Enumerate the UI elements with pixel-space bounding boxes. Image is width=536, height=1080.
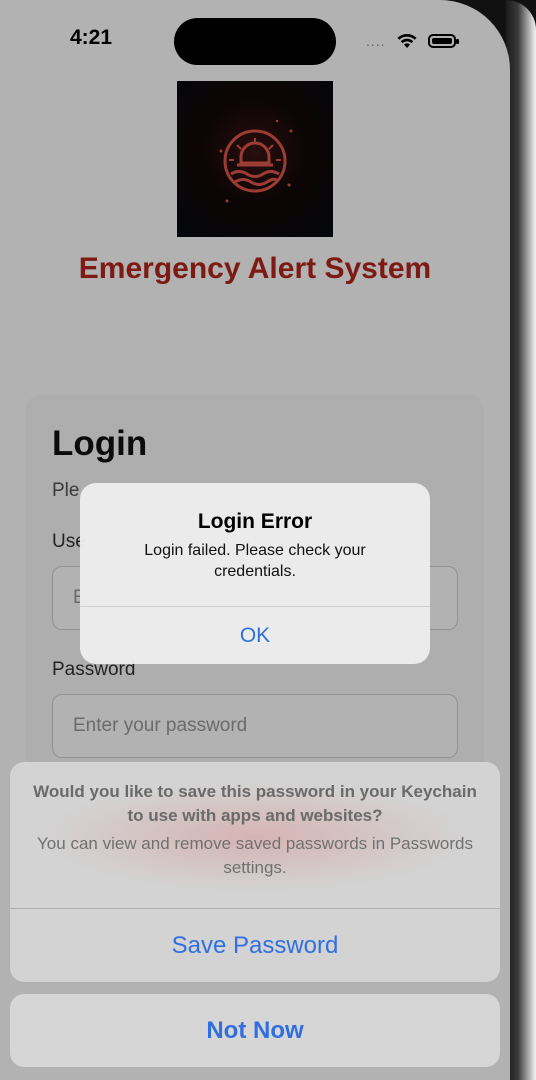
- login-error-alert: Login Error Login failed. Please check y…: [80, 483, 430, 664]
- sheet-message: You can view and remove saved passwords …: [37, 834, 473, 877]
- alert-message: Login failed. Please check your credenti…: [144, 542, 366, 580]
- device-edge: [506, 0, 536, 1080]
- sheet-title: Would you like to save this password in …: [33, 782, 477, 825]
- alert-title: Login Error: [197, 510, 313, 533]
- keychain-save-sheet: Would you like to save this password in …: [10, 762, 500, 982]
- device-frame: 4:21 .... Emergency Alert System Login P…: [0, 0, 536, 1080]
- save-password-button[interactable]: Save Password: [10, 909, 500, 982]
- alert-ok-button[interactable]: OK: [80, 607, 430, 664]
- not-now-button[interactable]: Not Now: [10, 994, 500, 1067]
- screen: 4:21 .... Emergency Alert System Login P…: [0, 0, 510, 1080]
